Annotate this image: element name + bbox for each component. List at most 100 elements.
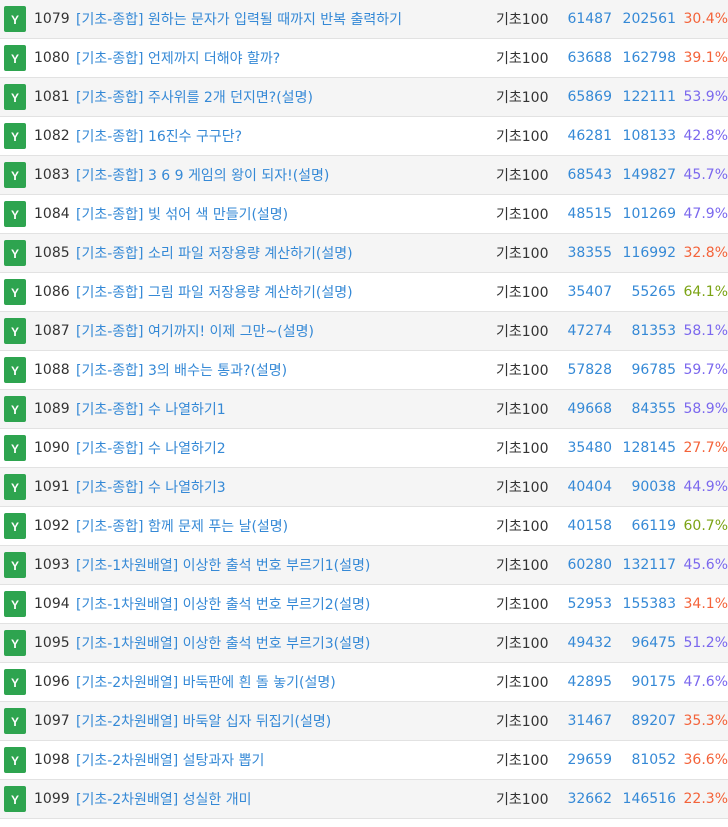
table-row[interactable]: Y 1086 [기초-종합] 그림 파일 저장용량 계산하기(설명) 기초100… <box>0 272 728 312</box>
table-row[interactable]: Y 1088 [기초-종합] 3의 배수는 통과?(설명) 기초100 5782… <box>0 350 728 390</box>
accuracy-rate: 36.6% <box>676 740 728 780</box>
problem-title-link[interactable]: [기초-종합] 여기까지! 이제 그만~(설명) <box>76 311 496 351</box>
problem-title-link[interactable]: [기초-종합] 소리 파일 저장용량 계산하기(설명) <box>76 233 496 273</box>
table-row[interactable]: Y 1096 [기초-2차원배열] 바둑판에 흰 돌 놓기(설명) 기초100 … <box>0 662 728 702</box>
problem-title-link[interactable]: [기초-종합] 수 나열하기2 <box>76 428 496 468</box>
solved-count[interactable]: 31467 <box>558 701 612 741</box>
submission-count[interactable]: 162798 <box>612 38 676 78</box>
problem-title-link[interactable]: [기초-2차원배열] 바둑알 십자 뒤집기(설명) <box>76 701 496 741</box>
problem-id: 1094 <box>34 584 76 624</box>
solved-count[interactable]: 68543 <box>558 155 612 195</box>
submission-count[interactable]: 122111 <box>612 77 676 117</box>
submission-count[interactable]: 101269 <box>612 194 676 234</box>
solved-count[interactable]: 40404 <box>558 467 612 507</box>
problem-title-link[interactable]: [기초-2차원배열] 설탕과자 뽑기 <box>76 740 496 780</box>
solved-count[interactable]: 49668 <box>558 389 612 429</box>
problem-title-link[interactable]: [기초-1차원배열] 이상한 출석 번호 부르기3(설명) <box>76 623 496 663</box>
solved-count[interactable]: 29659 <box>558 740 612 780</box>
problem-title-link[interactable]: [기초-2차원배열] 바둑판에 흰 돌 놓기(설명) <box>76 662 496 702</box>
table-row[interactable]: Y 1098 [기초-2차원배열] 설탕과자 뽑기 기초100 29659 81… <box>0 740 728 780</box>
table-row[interactable]: Y 1083 [기초-종합] 3 6 9 게임의 왕이 되자!(설명) 기초10… <box>0 155 728 195</box>
table-row[interactable]: Y 1084 [기초-종합] 빛 섞어 색 만들기(설명) 기초100 4851… <box>0 194 728 234</box>
problem-title-link[interactable]: [기초-종합] 16진수 구구단? <box>76 116 496 156</box>
problem-id: 1095 <box>34 623 76 663</box>
problem-level: 기초100 <box>496 389 558 429</box>
problem-title-link[interactable]: [기초-종합] 주사위를 2개 던지면?(설명) <box>76 77 496 117</box>
solved-status-badge: Y <box>4 591 26 617</box>
problem-title-link[interactable]: [기초-종합] 언제까지 더해야 할까? <box>76 38 496 78</box>
submission-count[interactable]: 128145 <box>612 428 676 468</box>
problem-title-link[interactable]: [기초-종합] 수 나열하기3 <box>76 467 496 507</box>
table-row[interactable]: Y 1097 [기초-2차원배열] 바둑알 십자 뒤집기(설명) 기초100 3… <box>0 701 728 741</box>
table-row[interactable]: Y 1094 [기초-1차원배열] 이상한 출석 번호 부르기2(설명) 기초1… <box>0 584 728 624</box>
problem-title-link[interactable]: [기초-종합] 빛 섞어 색 만들기(설명) <box>76 194 496 234</box>
solved-status-badge: Y <box>4 747 26 773</box>
problem-title-link[interactable]: [기초-종합] 원하는 문자가 입력될 때까지 반복 출력하기 <box>76 0 496 39</box>
submission-count[interactable]: 149827 <box>612 155 676 195</box>
solved-count[interactable]: 35480 <box>558 428 612 468</box>
table-row[interactable]: Y 1089 [기초-종합] 수 나열하기1 기초100 49668 84355… <box>0 389 728 429</box>
solved-count[interactable]: 32662 <box>558 779 612 819</box>
submission-count[interactable]: 84355 <box>612 389 676 429</box>
submission-count[interactable]: 132117 <box>612 545 676 585</box>
submission-count[interactable]: 96785 <box>612 350 676 390</box>
submission-count[interactable]: 202561 <box>612 0 676 39</box>
solved-count[interactable]: 46281 <box>558 116 612 156</box>
table-row[interactable]: Y 1081 [기초-종합] 주사위를 2개 던지면?(설명) 기초100 65… <box>0 77 728 117</box>
submission-count[interactable]: 116992 <box>612 233 676 273</box>
problem-title-link[interactable]: [기초-2차원배열] 성실한 개미 <box>76 779 496 819</box>
table-row[interactable]: Y 1095 [기초-1차원배열] 이상한 출석 번호 부르기3(설명) 기초1… <box>0 623 728 663</box>
solved-status-badge: Y <box>4 45 26 71</box>
table-row[interactable]: Y 1093 [기초-1차원배열] 이상한 출석 번호 부르기1(설명) 기초1… <box>0 545 728 585</box>
table-row[interactable]: Y 1092 [기초-종합] 함께 문제 푸는 날(설명) 기초100 4015… <box>0 506 728 546</box>
accuracy-rate: 35.3% <box>676 701 728 741</box>
table-row[interactable]: Y 1079 [기초-종합] 원하는 문자가 입력될 때까지 반복 출력하기 기… <box>0 0 728 39</box>
solved-status-badge: Y <box>4 474 26 500</box>
problem-id: 1084 <box>34 194 76 234</box>
solved-count[interactable]: 42895 <box>558 662 612 702</box>
solved-count[interactable]: 63688 <box>558 38 612 78</box>
solved-count[interactable]: 61487 <box>558 0 612 39</box>
solved-count[interactable]: 52953 <box>558 584 612 624</box>
table-row[interactable]: Y 1099 [기초-2차원배열] 성실한 개미 기초100 32662 146… <box>0 779 728 819</box>
submission-count[interactable]: 90175 <box>612 662 676 702</box>
submission-count[interactable]: 155383 <box>612 584 676 624</box>
problem-title-link[interactable]: [기초-종합] 수 나열하기1 <box>76 389 496 429</box>
problem-title-link[interactable]: [기초-1차원배열] 이상한 출석 번호 부르기2(설명) <box>76 584 496 624</box>
accuracy-rate: 30.4% <box>676 0 728 39</box>
problem-title-link[interactable]: [기초-1차원배열] 이상한 출석 번호 부르기1(설명) <box>76 545 496 585</box>
table-row[interactable]: Y 1087 [기초-종합] 여기까지! 이제 그만~(설명) 기초100 47… <box>0 311 728 351</box>
table-row[interactable]: Y 1091 [기초-종합] 수 나열하기3 기초100 40404 90038… <box>0 467 728 507</box>
problem-id: 1092 <box>34 506 76 546</box>
solved-count[interactable]: 57828 <box>558 350 612 390</box>
problem-id: 1081 <box>34 77 76 117</box>
problem-title-link[interactable]: [기초-종합] 함께 문제 푸는 날(설명) <box>76 506 496 546</box>
solved-count[interactable]: 35407 <box>558 272 612 312</box>
accuracy-rate: 53.9% <box>676 77 728 117</box>
submission-count[interactable]: 81052 <box>612 740 676 780</box>
submission-count[interactable]: 89207 <box>612 701 676 741</box>
solved-count[interactable]: 65869 <box>558 77 612 117</box>
table-row[interactable]: Y 1082 [기초-종합] 16진수 구구단? 기초100 46281 108… <box>0 116 728 156</box>
solved-count[interactable]: 40158 <box>558 506 612 546</box>
solved-count[interactable]: 48515 <box>558 194 612 234</box>
submission-count[interactable]: 96475 <box>612 623 676 663</box>
solved-status-badge: Y <box>4 513 26 539</box>
submission-count[interactable]: 66119 <box>612 506 676 546</box>
solved-count[interactable]: 60280 <box>558 545 612 585</box>
problem-title-link[interactable]: [기초-종합] 3 6 9 게임의 왕이 되자!(설명) <box>76 155 496 195</box>
submission-count[interactable]: 108133 <box>612 116 676 156</box>
problem-title-link[interactable]: [기초-종합] 3의 배수는 통과?(설명) <box>76 350 496 390</box>
submission-count[interactable]: 90038 <box>612 467 676 507</box>
submission-count[interactable]: 81353 <box>612 311 676 351</box>
problem-title-link[interactable]: [기초-종합] 그림 파일 저장용량 계산하기(설명) <box>76 272 496 312</box>
solved-count[interactable]: 49432 <box>558 623 612 663</box>
submission-count[interactable]: 146516 <box>612 779 676 819</box>
submission-count[interactable]: 55265 <box>612 272 676 312</box>
solved-count[interactable]: 38355 <box>558 233 612 273</box>
problem-id: 1091 <box>34 467 76 507</box>
solved-count[interactable]: 47274 <box>558 311 612 351</box>
table-row[interactable]: Y 1085 [기초-종합] 소리 파일 저장용량 계산하기(설명) 기초100… <box>0 233 728 273</box>
table-row[interactable]: Y 1090 [기초-종합] 수 나열하기2 기초100 35480 12814… <box>0 428 728 468</box>
table-row[interactable]: Y 1080 [기초-종합] 언제까지 더해야 할까? 기초100 63688 … <box>0 38 728 78</box>
